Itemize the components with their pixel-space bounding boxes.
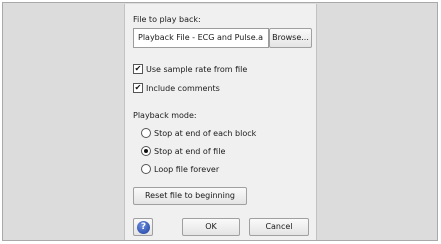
help-icon: ? (137, 221, 150, 234)
radio-selected-icon (141, 146, 151, 156)
help-button[interactable]: ? (133, 218, 153, 236)
playback-mode-label: Playback mode: (133, 111, 197, 120)
checkmark-icon: ✔ (133, 64, 143, 74)
ok-button[interactable]: OK (182, 218, 240, 236)
include-comments-label: Include comments (146, 84, 220, 93)
radio-unselected-icon (141, 128, 151, 138)
playback-settings-dialog: File to play back: Playback File - ECG a… (124, 4, 317, 240)
radio-unselected-icon (141, 164, 151, 174)
browse-button[interactable]: Browse... (269, 28, 312, 48)
checkmark-icon: ✔ (133, 83, 143, 93)
playback-file-field[interactable]: Playback File - ECG and Pulse.a (133, 28, 269, 48)
mode-label: Stop at end of file (154, 147, 226, 156)
file-label: File to play back: (133, 15, 201, 24)
mode-label: Stop at end of each block (154, 129, 257, 138)
mode-label: Loop file forever (154, 165, 220, 174)
reset-file-button[interactable]: Reset file to beginning (133, 187, 247, 205)
use-sample-rate-label: Use sample rate from file (146, 65, 248, 74)
cancel-button[interactable]: Cancel (249, 218, 309, 236)
